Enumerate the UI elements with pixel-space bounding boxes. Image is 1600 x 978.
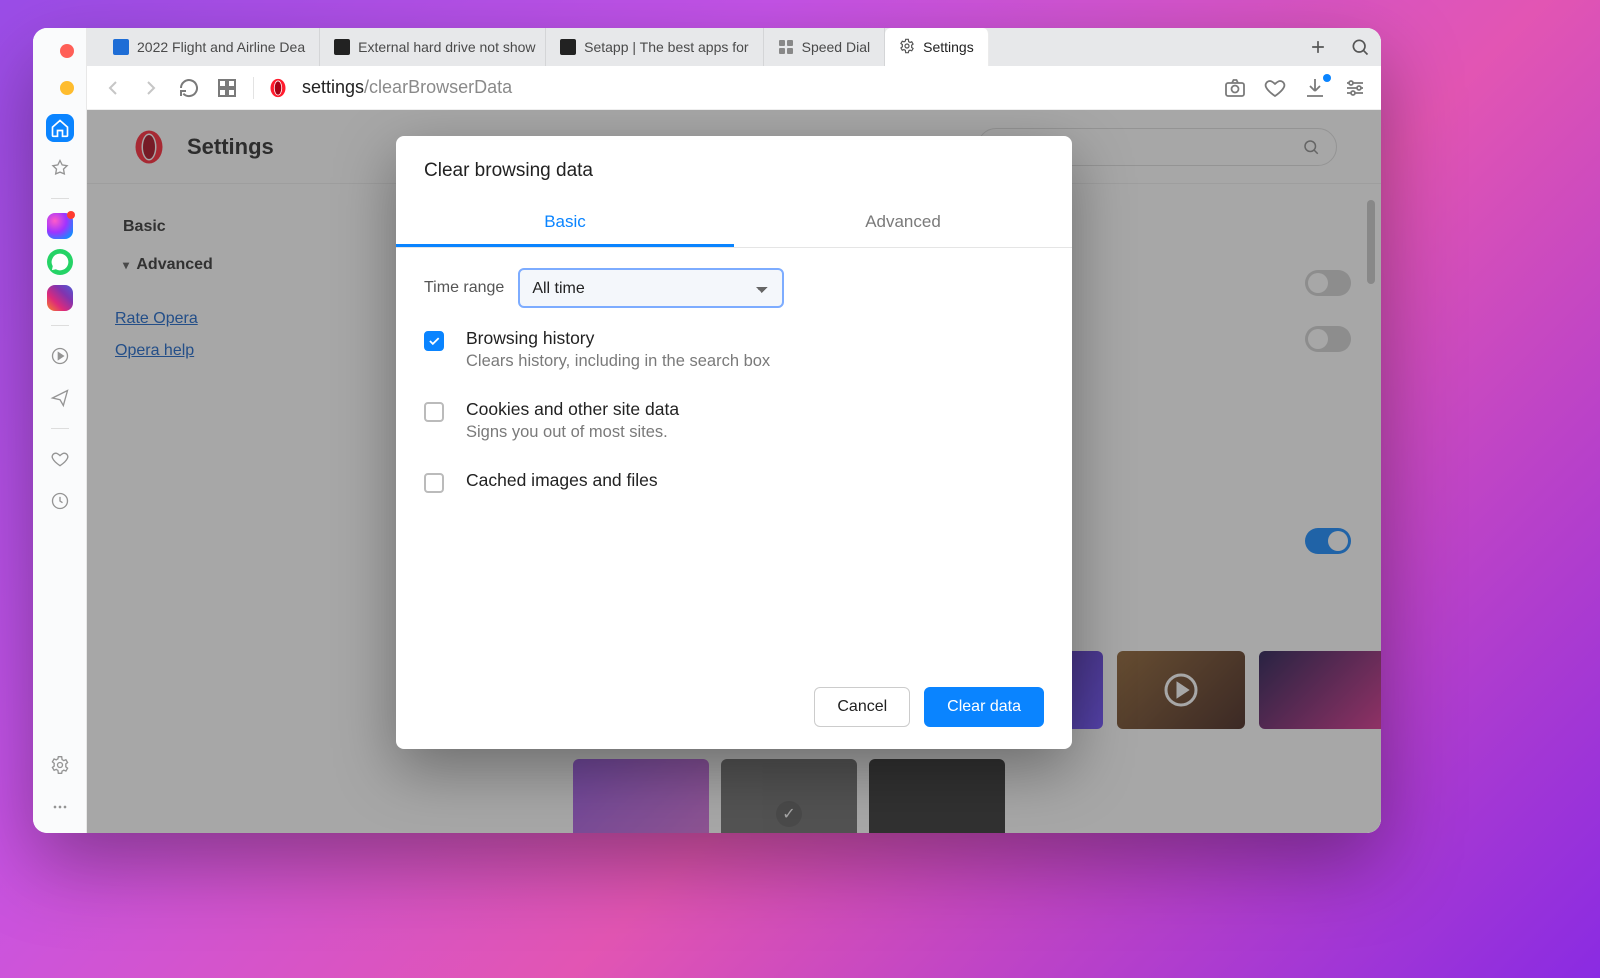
main-area: 2022 Flight and Airline Dea External har… — [87, 28, 1381, 833]
player-icon[interactable] — [44, 340, 76, 372]
tab-settings[interactable]: Settings — [885, 28, 989, 66]
checkbox[interactable] — [424, 331, 444, 351]
opera-logo-icon — [268, 78, 288, 98]
send-icon[interactable] — [44, 382, 76, 414]
tab-speed-dial[interactable]: Speed Dial — [764, 28, 886, 66]
tab-label: External hard drive not show — [358, 39, 535, 55]
separator — [253, 77, 254, 99]
content-area: Settings ttings Basic Advanced Rate Oper… — [87, 110, 1381, 833]
home-icon[interactable] — [46, 114, 74, 142]
reload-button[interactable] — [177, 76, 201, 100]
option-title: Cookies and other site data — [466, 399, 679, 420]
tab-label: Speed Dial — [802, 39, 871, 55]
cancel-button[interactable]: Cancel — [814, 687, 910, 727]
tab-flight[interactable]: 2022 Flight and Airline Dea — [99, 28, 320, 66]
tab-external-hdd[interactable]: External hard drive not show — [320, 28, 546, 66]
back-button[interactable] — [101, 76, 125, 100]
address-prefix: settings — [302, 77, 364, 97]
time-range-select[interactable]: All time — [518, 268, 784, 308]
bookmarks-star-icon[interactable] — [44, 152, 76, 184]
tab-label: Settings — [923, 39, 974, 55]
favicon — [334, 39, 350, 55]
pinboard-heart-icon[interactable] — [1263, 76, 1287, 100]
messenger-icon[interactable] — [47, 213, 73, 239]
dialog-title: Clear browsing data — [396, 160, 1072, 200]
address-path: /clearBrowserData — [364, 77, 512, 97]
option-title: Cached images and files — [466, 470, 658, 491]
close-window-button[interactable] — [60, 44, 74, 58]
option-subtitle: Signs you out of most sites. — [466, 423, 679, 442]
favicon — [560, 39, 576, 55]
separator — [51, 428, 69, 429]
dialog-tab-basic[interactable]: Basic — [396, 200, 734, 247]
forward-button[interactable] — [139, 76, 163, 100]
checkbox[interactable] — [424, 402, 444, 422]
toolbar: settings/clearBrowserData — [87, 66, 1381, 110]
checkbox[interactable] — [424, 473, 444, 493]
downloads-icon[interactable] — [1303, 76, 1327, 100]
speed-dial-button[interactable] — [215, 76, 239, 100]
option-subtitle: Clears history, including in the search … — [466, 352, 770, 371]
whatsapp-icon[interactable] — [47, 249, 73, 275]
time-range-label: Time range — [424, 279, 504, 297]
option-cache[interactable]: Cached images and files — [396, 456, 1072, 507]
pinboards-heart-icon[interactable] — [44, 443, 76, 475]
clear-browsing-data-dialog: Clear browsing data Basic Advanced Time … — [396, 136, 1072, 749]
dialog-tabs: Basic Advanced — [396, 200, 1072, 248]
address-bar[interactable]: settings/clearBrowserData — [302, 77, 512, 98]
separator — [51, 325, 69, 326]
new-tab-button[interactable] — [1297, 28, 1339, 66]
tab-label: Setapp | The best apps for — [584, 39, 749, 55]
gear-icon — [899, 38, 915, 57]
instagram-icon[interactable] — [47, 285, 73, 311]
history-icon[interactable] — [44, 485, 76, 517]
dialog-tab-advanced[interactable]: Advanced — [734, 200, 1072, 247]
option-cookies[interactable]: Cookies and other site data Signs you ou… — [396, 385, 1072, 456]
clear-data-button[interactable]: Clear data — [924, 687, 1044, 727]
browser-window: 2022 Flight and Airline Dea External har… — [33, 28, 1381, 833]
speed-dial-icon — [778, 39, 794, 55]
settings-gear-icon[interactable] — [44, 749, 76, 781]
opera-sidebar — [33, 28, 87, 833]
option-title: Browsing history — [466, 328, 770, 349]
tabstrip: 2022 Flight and Airline Dea External har… — [87, 28, 1381, 66]
favicon — [113, 39, 129, 55]
easy-setup-icon[interactable] — [1343, 76, 1367, 100]
separator — [51, 198, 69, 199]
option-browsing-history[interactable]: Browsing history Clears history, includi… — [396, 314, 1072, 385]
tab-label: 2022 Flight and Airline Dea — [137, 39, 305, 55]
tab-search-button[interactable] — [1339, 28, 1381, 66]
more-icon[interactable] — [44, 791, 76, 823]
tab-setapp[interactable]: Setapp | The best apps for — [546, 28, 764, 66]
minimize-window-button[interactable] — [60, 81, 74, 95]
snapshot-icon[interactable] — [1223, 76, 1247, 100]
